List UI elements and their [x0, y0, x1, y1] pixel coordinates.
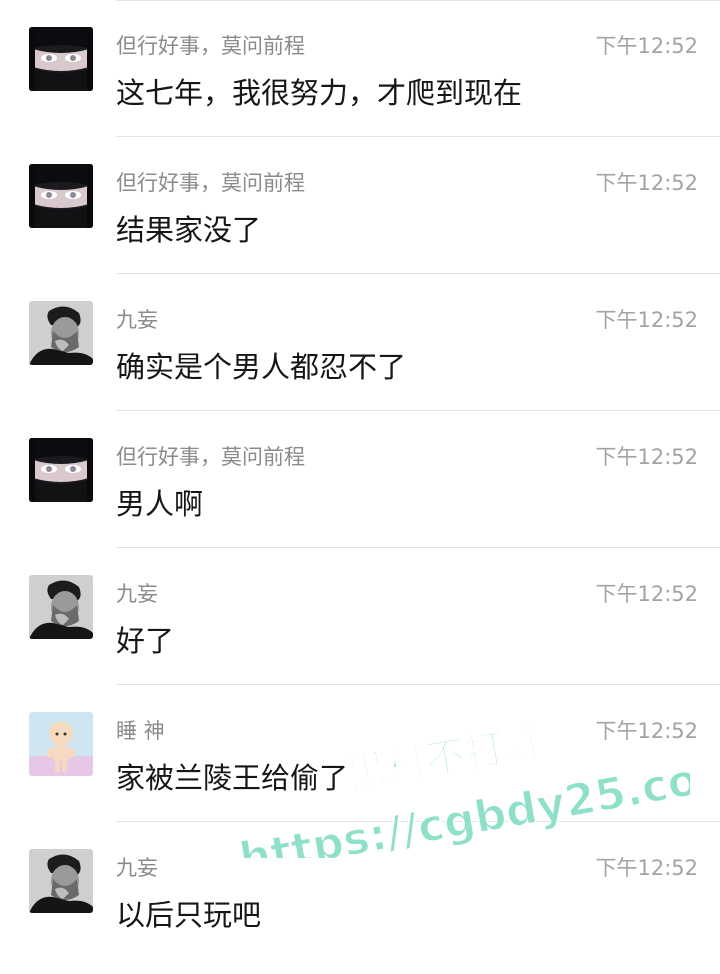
message-text: 好了: [116, 624, 175, 658]
man-avatar[interactable]: [29, 849, 93, 913]
chat-message[interactable]: 但行好事，莫问前程 下午12:52 男人啊: [0, 411, 720, 548]
chat-message-list: 但行好事，莫问前程 下午12:52 这七年，我很努力，才爬到现在 但行好事，莫问…: [0, 0, 720, 974]
chat-message[interactable]: 但行好事，莫问前程 下午12:52 结果家没了: [0, 137, 720, 274]
message-time: 下午12:52: [595, 582, 698, 606]
chat-message[interactable]: 九妄 下午12:52 好了: [0, 548, 720, 685]
chat-message[interactable]: 睡 神 下午12:52 家被兰陵王给偷了: [0, 685, 720, 822]
chat-message[interactable]: 九妄 下午12:52 确实是个男人都忍不了: [0, 274, 720, 411]
message-text: 确实是个男人都忍不了: [116, 350, 407, 384]
man-avatar[interactable]: [29, 301, 93, 365]
chat-message[interactable]: 九妄 下午12:52 以后只玩吧: [0, 822, 720, 974]
sender-name: 九妄: [116, 308, 158, 332]
message-time: 下午12:52: [595, 308, 698, 332]
sender-name: 但行好事，莫问前程: [116, 171, 305, 195]
message-text: 男人啊: [116, 487, 204, 521]
sender-name: 但行好事，莫问前程: [116, 445, 305, 469]
message-text: 结果家没了: [116, 213, 262, 247]
message-time: 下午12:52: [595, 445, 698, 469]
sender-name: 九妄: [116, 856, 158, 880]
anime-girl-avatar[interactable]: [29, 27, 93, 91]
message-text: 家被兰陵王给偷了: [116, 761, 349, 795]
message-time: 下午12:52: [595, 34, 698, 58]
message-time: 下午12:52: [595, 719, 698, 743]
message-time: 下午12:52: [595, 856, 698, 880]
sender-name: 但行好事，莫问前程: [116, 34, 305, 58]
anime-girl-avatar[interactable]: [29, 438, 93, 502]
man-avatar[interactable]: [29, 575, 93, 639]
message-time: 下午12:52: [595, 171, 698, 195]
cartoon-baby-avatar[interactable]: [29, 712, 93, 776]
sender-name: 九妄: [116, 582, 158, 606]
sender-name: 睡 神: [116, 719, 165, 743]
anime-girl-avatar[interactable]: [29, 164, 93, 228]
message-text: 以后只玩吧: [116, 898, 262, 932]
message-text: 这七年，我很努力，才爬到现在: [116, 76, 523, 110]
chat-message[interactable]: 但行好事，莫问前程 下午12:52 这七年，我很努力，才爬到现在: [0, 0, 720, 137]
